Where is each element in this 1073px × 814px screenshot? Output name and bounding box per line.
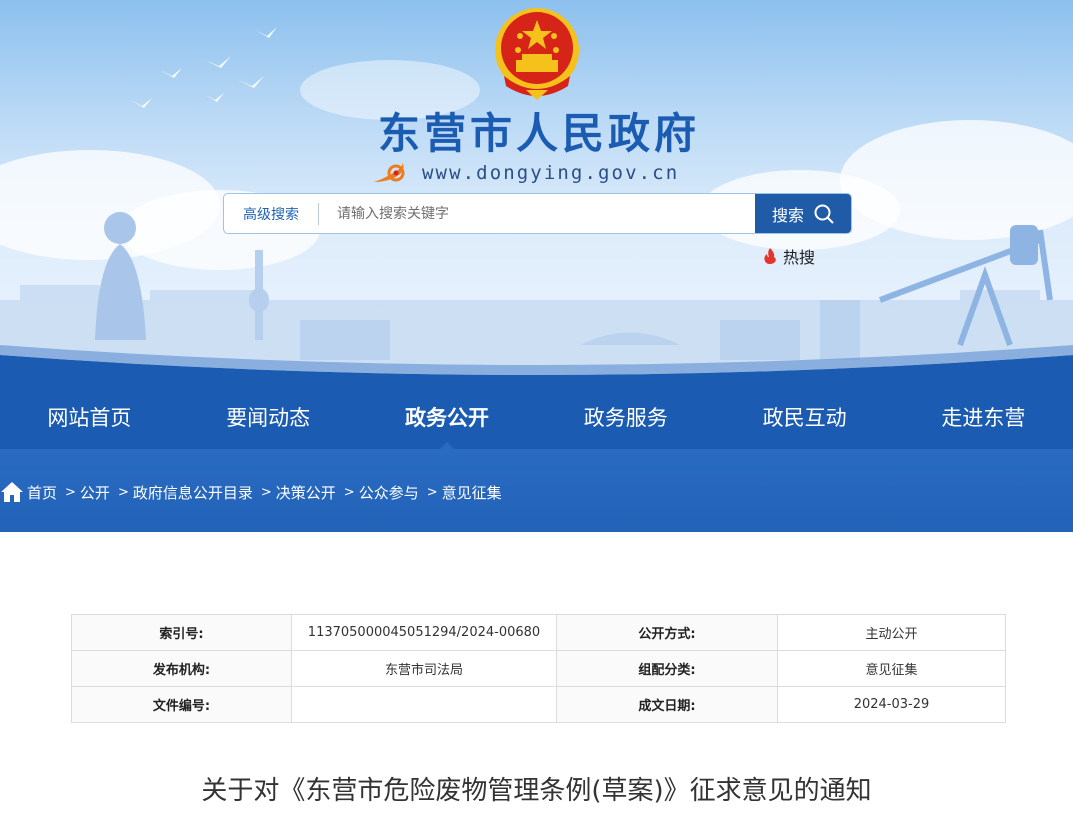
breadcrumb-separator: > [260, 484, 272, 500]
breadcrumb-home[interactable]: 首页 [27, 482, 57, 503]
article-title: 关于对《东营市危险废物管理条例(草案)》征求意见的通知 [201, 776, 872, 806]
confucius-statue-decoration [95, 212, 146, 340]
hot-search-label: 热搜 [783, 248, 816, 267]
breadcrumb-info-catalog[interactable]: 政府信息公开目录 [133, 482, 253, 503]
search-input[interactable] [319, 194, 755, 233]
nav-item-government-affairs-disclosure[interactable]: 政务公开 [358, 385, 537, 449]
publisher-label: 发布机构: [71, 650, 292, 687]
breadcrumb-bar: 首页 > 公开 > 政府信息公开目录 > 决策公开 > 公众参与 > 意见征集 [0, 449, 1073, 532]
document-number-label: 文件编号: [71, 686, 292, 723]
flame-icon [764, 248, 776, 264]
index-number-value: 113705000045051294/2024-00680 [291, 614, 557, 651]
breadcrumb-opinion-collection[interactable]: 意见征集 [442, 482, 502, 503]
birds-decoration [130, 27, 277, 108]
breadcrumb-separator: > [343, 484, 355, 500]
search-button[interactable]: 搜索 [755, 194, 851, 233]
table-row: 索引号: 113705000045051294/2024-00680 公开方式:… [71, 614, 1006, 651]
site-title: 东营市人民政府 [377, 109, 700, 158]
breadcrumb-separator: > [65, 484, 76, 500]
header-banner: 东营市人民政府 www.dongying.gov.cn 高级搜索 搜索 热搜 [0, 0, 1073, 385]
site-url-row: www.dongying.gov.cn [372, 158, 679, 188]
breadcrumb-decision-disclosure[interactable]: 决策公开 [276, 482, 336, 503]
main-nav: 网站首页 要闻动态 政务公开 政务服务 政民互动 走进东营 [0, 385, 1073, 449]
document-number-value [291, 686, 557, 723]
nav-item-interaction[interactable]: 政民互动 [715, 385, 894, 449]
breadcrumb-separator: > [426, 484, 438, 500]
search-button-label: 搜索 [771, 205, 804, 225]
breadcrumb: 首页 > 公开 > 政府信息公开目录 > 决策公开 > 公众参与 > 意见征集 [0, 481, 502, 503]
document-meta-table: 索引号: 113705000045051294/2024-00680 公开方式:… [71, 614, 1006, 723]
disclosure-method-label: 公开方式: [556, 614, 778, 651]
search-icon [814, 204, 834, 224]
site-url: www.dongying.gov.cn [422, 162, 680, 184]
nav-item-home[interactable]: 网站首页 [0, 385, 179, 449]
breadcrumb-disclosure[interactable]: 公开 [80, 482, 110, 503]
index-number-label: 索引号: [71, 614, 292, 651]
breadcrumb-separator: > [117, 484, 129, 500]
nav-item-government-services[interactable]: 政务服务 [536, 385, 715, 449]
written-date-value: 2024-03-29 [777, 686, 1006, 723]
nav-item-about-dongying[interactable]: 走进东营 [894, 385, 1073, 449]
breadcrumb-public-participation[interactable]: 公众参与 [359, 482, 419, 503]
nav-item-news[interactable]: 要闻动态 [179, 385, 358, 449]
advanced-search-link[interactable]: 高级搜索 [224, 204, 318, 224]
disclosure-method-value: 主动公开 [777, 614, 1006, 651]
category-value: 意见征集 [777, 650, 1006, 687]
table-row: 发布机构: 东营市司法局 组配分类: 意见征集 [71, 650, 1006, 687]
orange-swirl-logo-icon [374, 162, 405, 182]
written-date-label: 成文日期: [556, 686, 778, 723]
category-label: 组配分类: [556, 650, 778, 687]
home-icon [1, 482, 23, 502]
national-emblem-icon [495, 8, 579, 100]
table-row: 文件编号: 成文日期: 2024-03-29 [71, 686, 1006, 723]
search-bar: 高级搜索 搜索 [223, 193, 852, 234]
publisher-value: 东营市司法局 [291, 650, 557, 687]
hot-search-link[interactable]: 热搜 [763, 244, 815, 268]
